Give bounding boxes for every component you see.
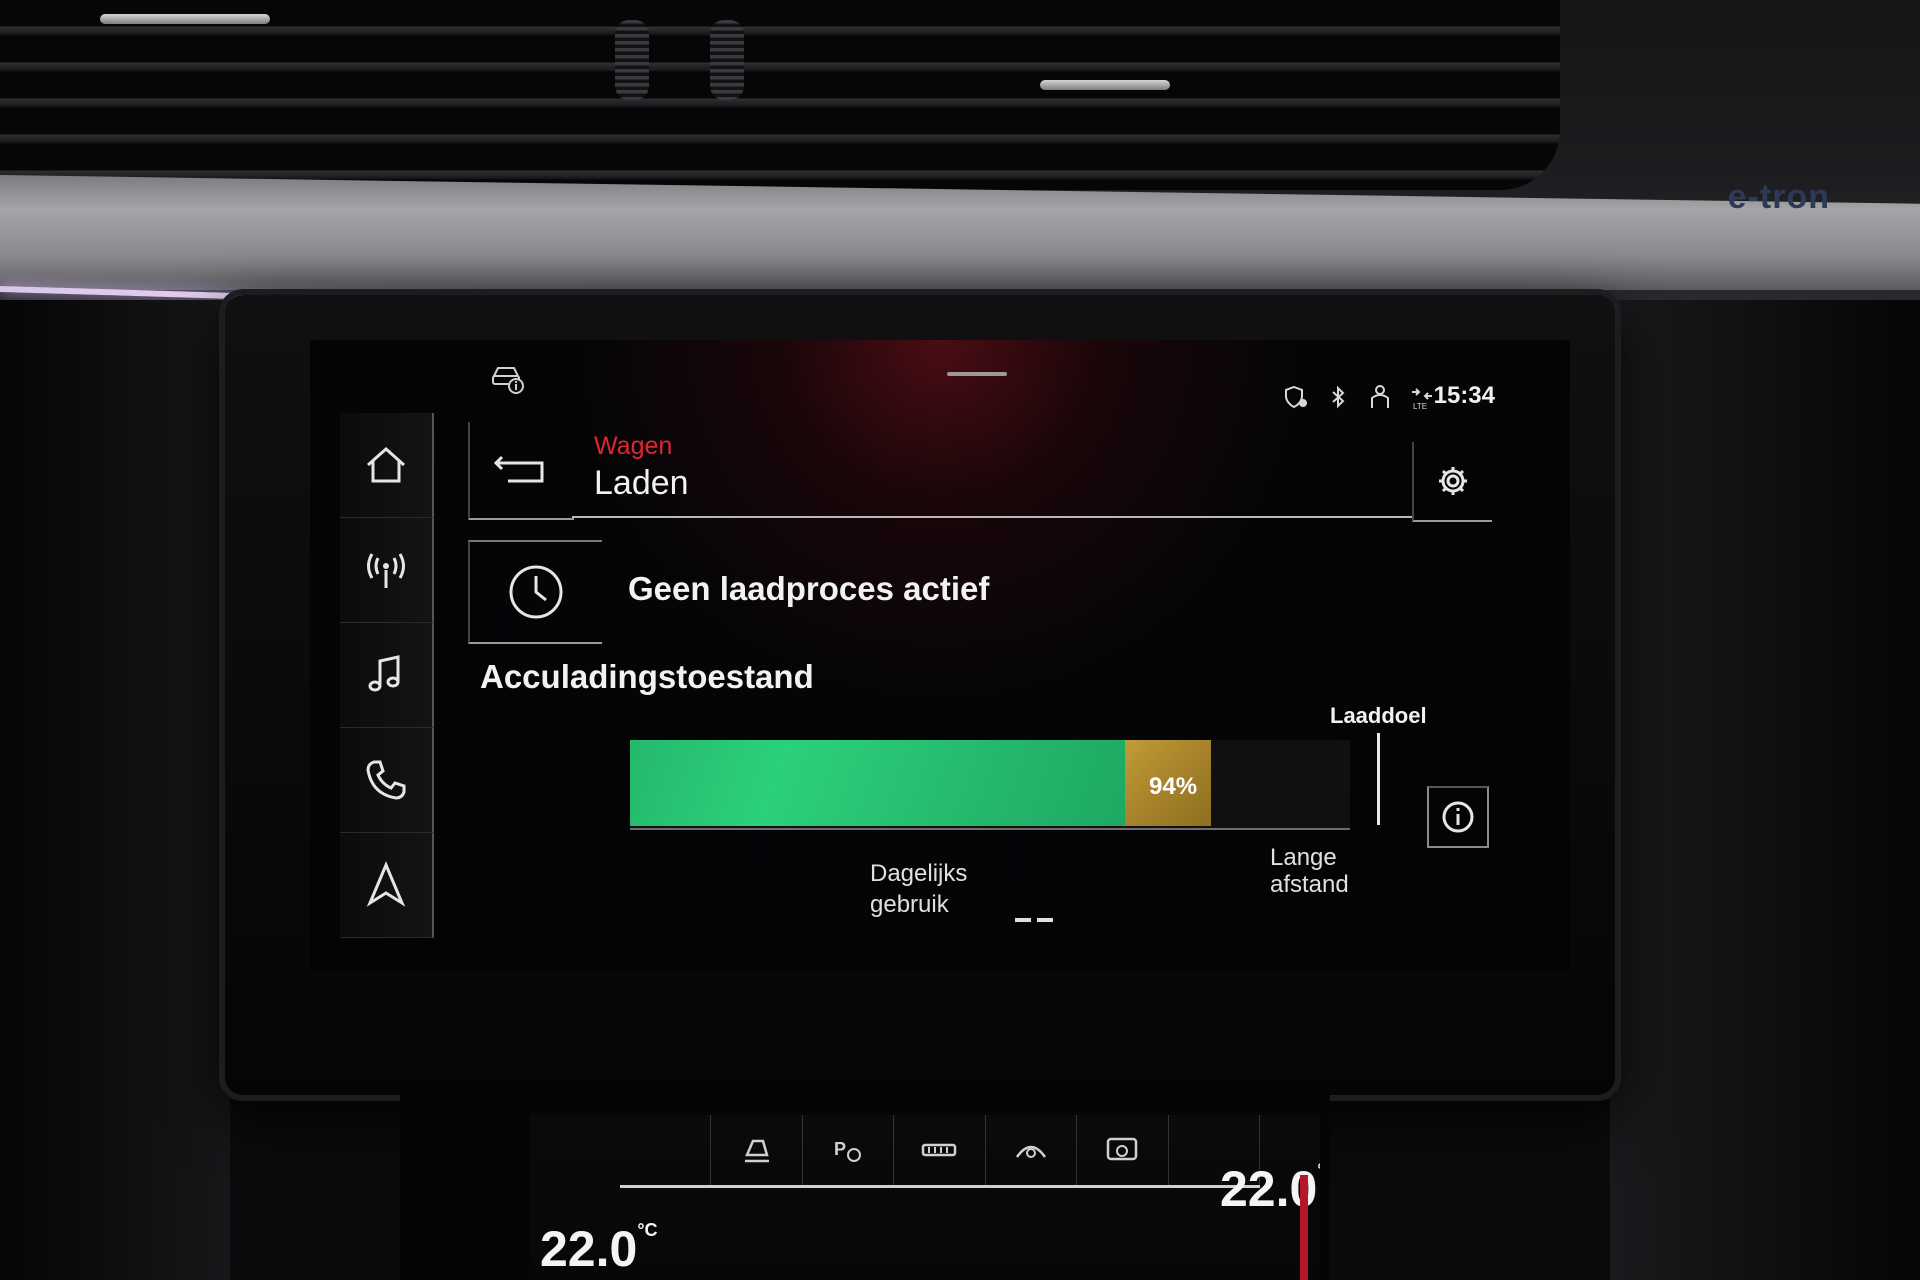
info-icon [1442,801,1474,833]
header-divider [572,516,1412,518]
svg-text:P: P [834,1139,846,1159]
steering-heat-icon [1015,1145,1046,1158]
phone-icon [366,760,406,800]
long-range-label: Lange afstand [1270,844,1349,898]
sidebar-item-navigation[interactable] [340,833,434,938]
mmi-screen: LTE 15:34 Wagen Laden Geen laadproces ac… [310,340,1570,970]
drag-handle[interactable] [947,372,1007,376]
bluetooth-icon [1325,384,1351,410]
charging-status-text: Geen laadproces actief [628,570,990,607]
daily-use-segment [630,740,1125,826]
daily-use-label: Dagelijks gebruik [870,858,967,920]
radio-icon [367,553,405,588]
daily-use-label-line1: Dagelijks [870,860,968,887]
temperature-left-unit: °C [637,1220,658,1240]
tab-parking-heater[interactable]: P [803,1115,895,1185]
svg-text:LTE: LTE [1413,402,1427,410]
parking-heater-icon: P [834,1139,862,1162]
car-info-icon[interactable] [490,362,526,394]
home-icon [367,446,405,483]
tab-steering-heat[interactable] [986,1115,1078,1185]
tab-windshield-heat[interactable] [1077,1115,1169,1185]
location-shield-icon [1283,384,1309,410]
charge-target-marker[interactable] [1377,733,1380,825]
temperature-left[interactable]: 22.0°C [540,1220,658,1278]
vent-adjuster-right[interactable] [710,20,744,100]
page-header: Wagen Laden [468,422,1492,522]
status-bar: LTE 15:34 [310,340,1570,412]
temperature-left-value: 22.0 [540,1221,638,1277]
clock: 15:34 [1433,382,1495,409]
back-arrow-icon [493,455,544,483]
vent-adjuster-left[interactable] [615,20,649,100]
charging-timer-button[interactable] [468,540,602,644]
temperature-right-unit: °C [1317,1160,1320,1180]
daily-use-label-line2: gebruik [870,891,949,918]
etron-logo: e-tron [1727,178,1830,216]
breadcrumb[interactable]: Wagen [594,432,672,461]
gear-icon [1439,467,1467,495]
vent-slat-chrome [100,14,270,24]
settings-button[interactable] [1412,442,1492,522]
navigation-icon [366,861,406,907]
panel-right [1610,300,1920,1280]
rear-defrost-icon [922,1143,957,1157]
page-title: Laden [594,464,689,502]
battery-charge-bar[interactable]: 94% [630,740,1350,830]
person-icon [1367,384,1393,410]
status-icons: LTE [1283,384,1435,410]
sidebar-item-home[interactable] [340,413,434,518]
heated-seat-icon [744,1139,769,1163]
charge-target-label: Laaddoel [1330,703,1427,728]
sidebar-item-music[interactable] [340,623,434,728]
temperature-indicator [1300,1175,1308,1280]
music-icon [368,655,400,692]
sidebar-item-phone[interactable] [340,728,434,833]
tab-rear-defrost[interactable] [894,1115,986,1185]
back-button[interactable] [468,422,574,520]
section-title: Acculadingstoestand [480,658,814,695]
long-range-label-line2: afstand [1270,871,1349,898]
long-range-label-line1: Lange [1270,844,1337,871]
windshield-heat-icon [1107,1137,1138,1161]
charge-percentage: 94% [1149,773,1198,800]
charging-timer-row: Geen laadproces actief [468,540,1368,644]
climate-tabs: P [620,1115,1260,1188]
tab-heated-seat[interactable] [711,1115,803,1185]
sidebar-item-radio[interactable] [340,518,434,623]
lte-signal-icon: LTE [1409,384,1435,410]
info-button[interactable] [1427,786,1489,848]
air-vent [0,0,1560,190]
sidebar-nav [340,413,435,938]
clock-icon [509,565,563,619]
daily-range-marker [1015,918,1053,922]
vent-slat-chrome [1040,80,1170,90]
tab-empty[interactable] [620,1115,712,1185]
climate-screen: P 22.0°C 22.0°C [530,1115,1320,1280]
panel-left [0,300,230,1280]
